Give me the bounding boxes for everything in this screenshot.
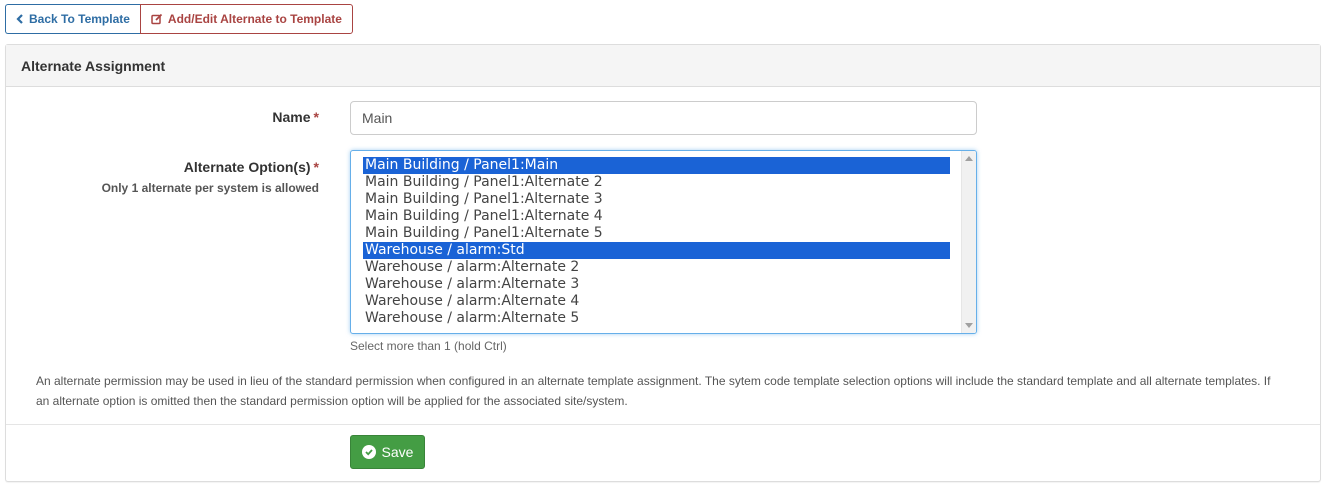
alternate-options-label: Alternate Option(s) * bbox=[184, 159, 319, 175]
alternate-option-item[interactable]: Main Building / Panel1:Main bbox=[363, 157, 950, 174]
alternate-option-item[interactable]: Warehouse / alarm:Alternate 4 bbox=[363, 293, 950, 310]
alternate-options-list: Main Building / Panel1:Main Main Building… bbox=[363, 157, 950, 327]
alternate-option-item[interactable]: Main Building / Panel1:Alternate 2 bbox=[363, 174, 950, 191]
name-input-value: Main bbox=[362, 110, 393, 126]
name-label-text: Name bbox=[272, 109, 311, 125]
back-to-template-label: Back To Template bbox=[29, 12, 130, 26]
alternate-assignment-panel: Alternate Assignment Name * Main Alternat… bbox=[5, 44, 1321, 482]
scrollbar-thumb[interactable] bbox=[964, 165, 974, 319]
alternate-options-label-text: Alternate Option(s) bbox=[183, 159, 311, 175]
options-scrollbar[interactable] bbox=[961, 151, 976, 333]
save-button-label: Save bbox=[381, 444, 414, 460]
required-marker: * bbox=[313, 159, 319, 175]
alternate-option-item[interactable]: Warehouse / alarm:Alternate 5 bbox=[363, 310, 950, 327]
chevron-left-icon bbox=[16, 14, 24, 24]
save-button[interactable]: Save bbox=[350, 435, 425, 469]
check-circle-icon bbox=[361, 445, 376, 459]
tab-add-edit-alternate-label: Add/Edit Alternate to Template bbox=[167, 12, 342, 26]
scroll-up-icon[interactable] bbox=[965, 156, 973, 161]
alternate-option-item[interactable]: Main Building / Panel1:Alternate 4 bbox=[363, 208, 950, 225]
alternate-option-item[interactable]: Warehouse / alarm:Std bbox=[363, 242, 950, 259]
alternate-option-item[interactable]: Warehouse / alarm:Alternate 3 bbox=[363, 276, 950, 293]
footer-divider bbox=[6, 424, 1320, 425]
edit-square-icon bbox=[151, 13, 163, 25]
multiselect-help-text: Select more than 1 (hold Ctrl) bbox=[350, 339, 507, 353]
panel-title: Alternate Assignment bbox=[6, 45, 1320, 87]
alternate-option-item[interactable]: Warehouse / alarm:Alternate 2 bbox=[363, 259, 950, 276]
alternate-options-sublabel: Only 1 alternate per system is allowed bbox=[101, 181, 319, 195]
back-to-template-button[interactable]: Back To Template bbox=[5, 4, 140, 34]
template-nav-tabs: Back To Template Add/Edit Alternate to T… bbox=[5, 4, 353, 34]
alternate-options-multiselect[interactable]: Main Building / Panel1:Main Main Building… bbox=[350, 150, 977, 334]
name-label: Name * bbox=[272, 109, 319, 125]
description-text: An alternate permission may be used in l… bbox=[36, 374, 1271, 408]
scroll-down-icon[interactable] bbox=[965, 323, 973, 328]
alternate-option-item[interactable]: Main Building / Panel1:Alternate 5 bbox=[363, 225, 950, 242]
alternate-option-item[interactable]: Main Building / Panel1:Alternate 3 bbox=[363, 191, 950, 208]
required-marker: * bbox=[313, 109, 319, 125]
tab-add-edit-alternate[interactable]: Add/Edit Alternate to Template bbox=[139, 4, 353, 34]
name-input[interactable]: Main bbox=[350, 101, 977, 135]
